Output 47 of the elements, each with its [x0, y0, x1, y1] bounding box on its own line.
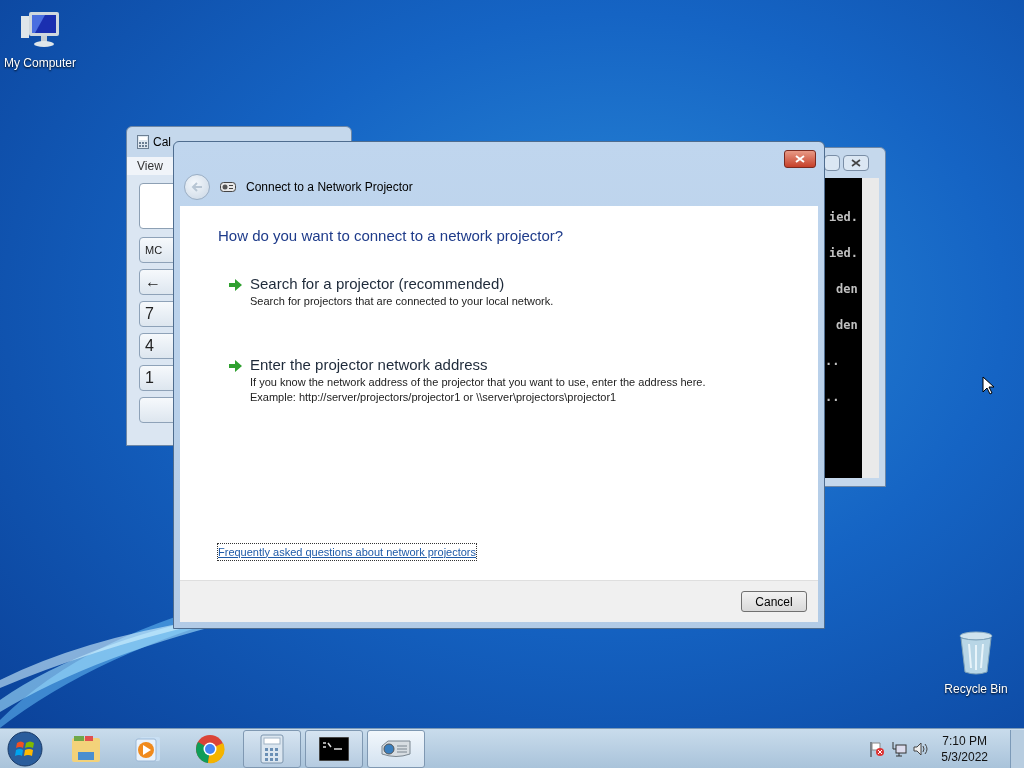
option-title[interactable]: Enter the projector network address: [250, 354, 716, 375]
close-button[interactable]: [784, 150, 816, 168]
start-button[interactable]: [5, 729, 45, 768]
clock-date: 5/3/2022: [941, 748, 988, 765]
command-prompt-icon: [319, 736, 349, 761]
arrow-icon: [228, 278, 242, 291]
projector-icon: [220, 182, 236, 192]
faq-link[interactable]: Frequently asked questions about network projectors: [218, 543, 477, 560]
calculator-icon: [260, 733, 284, 764]
close-icon: [851, 159, 861, 167]
back-arrow-icon: [191, 182, 203, 192]
console-text: ied.: [829, 209, 859, 226]
arrow-icon: [228, 359, 242, 372]
window-title: Cal: [153, 134, 171, 151]
network-icon: [891, 740, 908, 757]
option-title[interactable]: Search for a projector (recommended): [250, 273, 716, 294]
windows-logo-icon: [7, 730, 43, 767]
menu-item[interactable]: View: [133, 157, 167, 175]
media-player-icon: [134, 734, 162, 763]
taskbar-button[interactable]: [305, 729, 363, 768]
desktop-icon-label[interactable]: My Computer: [4, 54, 76, 72]
calculator-icon: [137, 135, 149, 149]
dialog-title: Connect to a Network Projector: [246, 179, 413, 196]
option-description: Search for projectors that are connected to your local network.: [250, 293, 555, 309]
flag-icon: [869, 740, 886, 757]
chrome-icon: [195, 733, 225, 764]
option-description: Example: http://server/projectors/projector1 or \\server\projectors\projector1: [250, 389, 618, 405]
folder-icon: [70, 733, 102, 764]
desktop-icon-label[interactable]: Recycle Bin: [944, 680, 1008, 698]
console-text: den: [835, 317, 859, 334]
clock-time: 7:10 PM: [942, 732, 987, 749]
close-icon: [795, 155, 805, 163]
show-desktop-button[interactable]: [1010, 729, 1024, 768]
back-button[interactable]: [184, 174, 210, 200]
speaker-icon: [913, 740, 930, 757]
recycle-bin-icon: [957, 630, 995, 676]
cancel-button[interactable]: Cancel: [741, 591, 807, 612]
console-text: ied.: [829, 245, 859, 262]
option-description: If you know the network address of the projector that you want to use, enter the address here.: [250, 374, 707, 390]
projector-icon: [380, 737, 412, 760]
close-button[interactable]: [843, 155, 869, 171]
mouse-cursor-icon: [982, 376, 994, 395]
console-text: ..: [825, 389, 841, 406]
console-text: den: [835, 281, 859, 298]
scrollbar[interactable]: [862, 178, 879, 478]
dialog-heading: How do you want to connect to a network projector?: [218, 226, 565, 246]
console-text: ..: [825, 353, 841, 370]
